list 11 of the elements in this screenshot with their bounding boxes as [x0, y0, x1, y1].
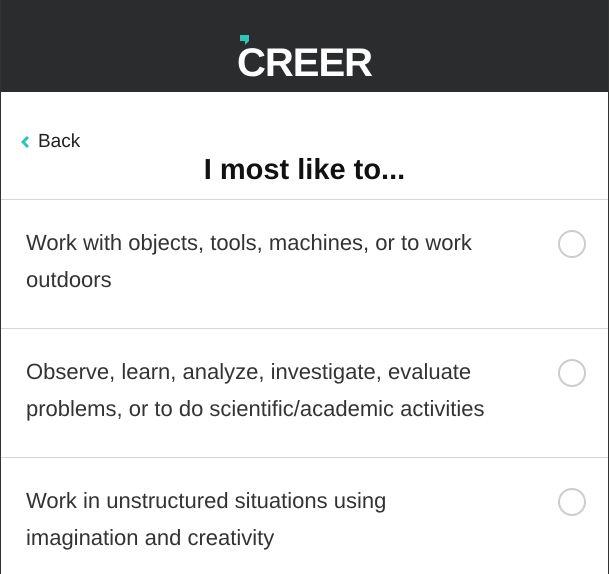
- logo: CREER: [236, 41, 372, 85]
- back-button[interactable]: Back: [21, 128, 80, 156]
- radio-button[interactable]: [558, 359, 586, 387]
- radio-button[interactable]: [558, 230, 586, 258]
- option-text: Observe, learn, analyze, investigate, evaluate problems, or to do scientific/academic activities: [26, 358, 486, 423]
- quote-mark-icon: [240, 35, 249, 45]
- option-text: Work with objects, tools, machines, or to work outdoors: [26, 229, 473, 294]
- option-text: Work in unstructured situations using imagination and creativity: [26, 487, 388, 552]
- chevron-left-icon: [21, 135, 30, 150]
- radio-button[interactable]: [558, 488, 586, 516]
- page-title: I most like to...: [202, 153, 406, 188]
